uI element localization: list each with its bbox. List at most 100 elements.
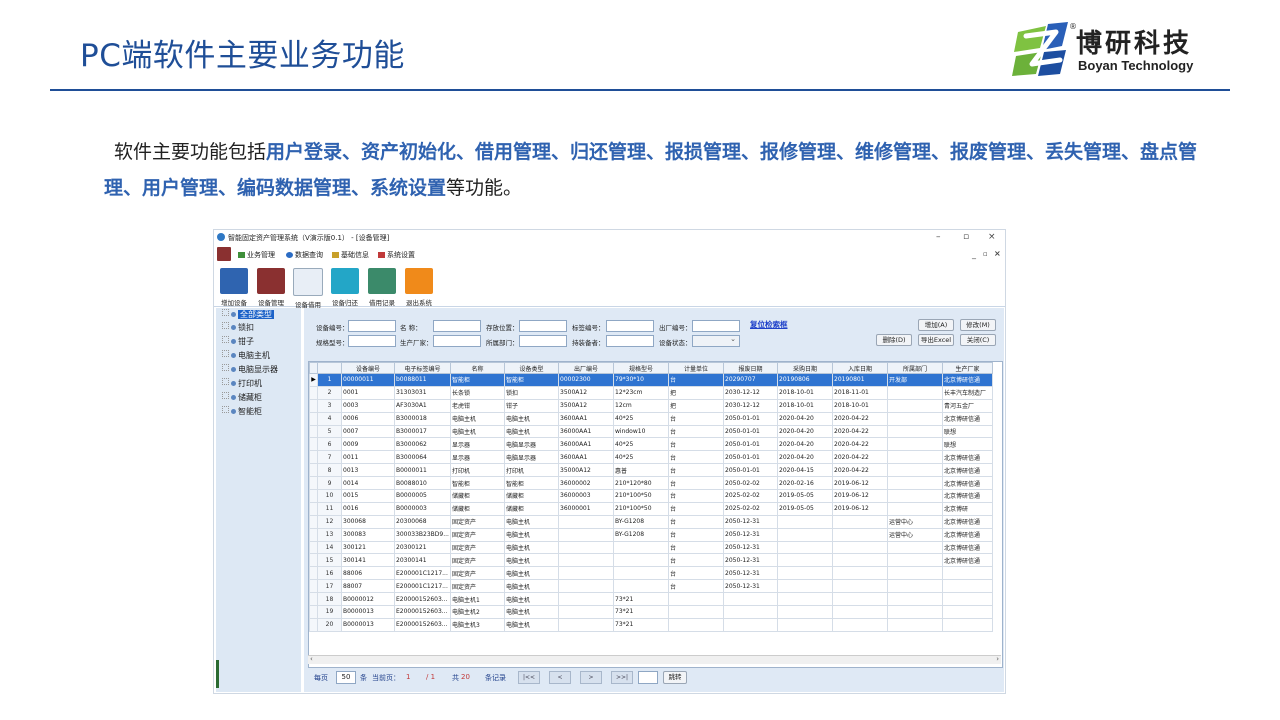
- tree-item-printer[interactable]: 打印机: [222, 378, 262, 389]
- factory-no-input[interactable]: [692, 320, 740, 332]
- scroll-right-icon[interactable]: ›: [996, 655, 999, 663]
- jump-button[interactable]: 跳转: [663, 671, 687, 684]
- table-row[interactable]: 13 300083 300033B23BD9... 固定资产 电脑主机 BY-G1208 台…: [309, 527, 993, 542]
- department-input[interactable]: [519, 335, 567, 347]
- column-header[interactable]: [309, 362, 318, 374]
- horizontal-scrollbar[interactable]: ‹ ›: [308, 655, 1001, 664]
- table-row[interactable]: 20 B0000013 E20000152603... 电脑主机3 电脑主机 73*21: [309, 617, 993, 632]
- reset-search-link[interactable]: 复位检索框: [750, 319, 788, 330]
- table-row[interactable]: 19 B0000013 E20000152603... 电脑主机2 电脑主机 73*21: [309, 605, 993, 619]
- table-cell: B3000064: [394, 450, 451, 465]
- name-input[interactable]: [433, 320, 481, 332]
- column-header[interactable]: 名称: [450, 362, 505, 374]
- column-header[interactable]: 电子标签编号: [394, 362, 451, 374]
- table-cell: 电脑主机: [504, 592, 559, 607]
- table-cell: 2020-04-22: [832, 424, 888, 439]
- tree-item-lock[interactable]: 锁扣: [222, 322, 254, 333]
- column-header[interactable]: 所属部门: [887, 362, 943, 374]
- table-row[interactable]: 14 300121 20300121 固定资产 电脑主机 台 2050-12-31 北京博研信…: [309, 540, 993, 555]
- add-button[interactable]: 增加(A): [918, 319, 954, 331]
- column-header[interactable]: 设备编号: [341, 362, 395, 374]
- column-header[interactable]: 出厂编号: [558, 362, 614, 374]
- borrow-record-button[interactable]: 借用记录: [364, 268, 400, 307]
- menu-query[interactable]: 数据查询: [286, 250, 323, 260]
- column-header[interactable]: 生产厂家: [942, 362, 993, 374]
- exit-system-button[interactable]: 退出系统: [401, 268, 437, 307]
- device-return-button[interactable]: 设备归还: [327, 268, 363, 307]
- device-manage-button[interactable]: 设备管理: [253, 268, 289, 307]
- next-page-button[interactable]: >: [580, 671, 602, 684]
- per-page-input[interactable]: 50: [336, 671, 356, 684]
- location-input[interactable]: [519, 320, 567, 332]
- minimize-button[interactable]: –: [936, 232, 941, 242]
- table-row[interactable]: 10 0015 B0000005 储藏柜 储藏柜 36000003 210*100*50 台 2…: [309, 489, 993, 503]
- table-row[interactable]: 12 300068 20300068 固定资产 电脑主机 BY-G1208 台 2050-12…: [309, 514, 993, 529]
- holder-input[interactable]: [606, 335, 654, 347]
- row-marker: [309, 463, 318, 478]
- table-row[interactable]: 3 0003 AF3030A1 老虎钳 钳子 3500A12 12cm 把 2030-12-12…: [309, 398, 993, 413]
- last-page-button[interactable]: >>|: [611, 671, 633, 684]
- mdi-close-button[interactable]: ×: [994, 249, 1001, 258]
- status-select[interactable]: ⌄: [692, 335, 740, 347]
- table-row[interactable]: ▶ 1 00000011 b0088011 智能柜 智能柜 00002300 79*30*10…: [309, 373, 993, 387]
- mdi-minimize-button[interactable]: _: [972, 250, 976, 259]
- table-row[interactable]: 15 300141 20300141 固定资产 电脑主机 台 2050-12-31 北京博研信…: [309, 553, 993, 568]
- add-device-button[interactable]: 增加设备: [216, 268, 252, 307]
- table-cell: 固定资产: [450, 579, 505, 594]
- tree-splitter[interactable]: [216, 660, 219, 688]
- table-row[interactable]: 2 0001 31303031 长条锁 锁扣 3500A12 12*23cm 把 2030-12…: [309, 385, 993, 400]
- table-cell: 2019-05-05: [777, 489, 833, 503]
- tree-item-pc-host[interactable]: 电脑主机: [222, 350, 270, 361]
- intro-paragraph: 软件主要功能包括用户登录、资产初始化、借用管理、归还管理、报损管理、报修管理、维…: [104, 134, 1214, 206]
- tree-item-storage-cabinet[interactable]: 储藏柜: [222, 392, 262, 403]
- table-cell: [887, 385, 943, 400]
- column-header[interactable]: [317, 362, 342, 374]
- table-row[interactable]: 18 B0000012 E20000152603... 电脑主机1 电脑主机 73*21: [309, 592, 993, 607]
- table-cell: 2050-01-01: [723, 463, 778, 478]
- close-window-button[interactable]: ×: [988, 232, 996, 242]
- menu-business[interactable]: 业务管理: [238, 250, 275, 260]
- manufacturer-input[interactable]: [433, 335, 481, 347]
- column-header[interactable]: 报废日期: [723, 362, 778, 374]
- tree-item-monitor[interactable]: 电脑显示器: [222, 364, 278, 375]
- menu-basic-info[interactable]: 基础信息: [332, 250, 369, 260]
- device-borrow-button[interactable]: 设备借用: [290, 268, 326, 309]
- tree-item-smart-cabinet[interactable]: 智能柜: [222, 406, 262, 417]
- export-excel-button[interactable]: 导出Excel: [918, 334, 954, 346]
- prev-page-button[interactable]: <: [549, 671, 571, 684]
- column-header[interactable]: 设备类型: [504, 362, 559, 374]
- column-header[interactable]: 入库日期: [832, 362, 888, 374]
- restore-button[interactable]: ▫: [963, 232, 969, 242]
- table-row[interactable]: 11 0016 B0000003 储藏柜 储藏柜 36000001 210*100*50 台 2…: [309, 501, 993, 516]
- company-logo: ® 博研科技 Boyan Technology: [1012, 22, 1212, 80]
- table-row[interactable]: 5 0007 B3000017 电脑主机 电脑主机 36000AA1 window10 台 20…: [309, 424, 993, 439]
- mdi-restore-button[interactable]: ▫: [983, 250, 988, 258]
- delete-button[interactable]: 删除(D): [876, 334, 912, 346]
- column-header[interactable]: 规格型号: [613, 362, 669, 374]
- table-row[interactable]: 9 0014 B0088010 智能柜 智能柜 36000002 210*120*80 台 20…: [309, 476, 993, 491]
- device-no-input[interactable]: [348, 320, 396, 332]
- table-cell: 电脑主机2: [450, 605, 505, 619]
- edit-button[interactable]: 修改(M): [960, 319, 996, 331]
- table-row[interactable]: 7 0011 B3000064 显示器 电脑显示器 3600AA1 40*25 台 2050-0…: [309, 450, 993, 465]
- table-row[interactable]: 8 0013 B0000011 打印机 打印机 35000A12 惠普台 2050-01-01…: [309, 463, 993, 478]
- table-row[interactable]: 16 88006 E200001C1217... 固定资产 电脑主机 台 2050-12-3…: [309, 566, 993, 581]
- first-page-button[interactable]: |<<: [518, 671, 540, 684]
- tree-item-pliers[interactable]: 钳子: [222, 336, 254, 347]
- tag-no-input[interactable]: [606, 320, 654, 332]
- table-cell: 2050-02-02: [723, 476, 778, 491]
- column-header[interactable]: 计量单位: [668, 362, 724, 374]
- scroll-left-icon[interactable]: ‹: [310, 655, 313, 663]
- tree-item-all[interactable]: 全部类型: [222, 309, 274, 320]
- table-cell: 电脑主机: [450, 411, 505, 426]
- table-row[interactable]: 17 88007 E200001C1217... 固定资产 电脑主机 台 2050-12-3…: [309, 579, 993, 594]
- table-row[interactable]: 4 0006 B3000018 电脑主机 电脑主机 3600AA1 40*25 台 2050-0…: [309, 411, 993, 426]
- table-cell: [832, 566, 888, 581]
- menu-settings[interactable]: 系统设置: [378, 250, 415, 260]
- column-header[interactable]: 采购日期: [777, 362, 833, 374]
- model-input[interactable]: [348, 335, 396, 347]
- jump-page-input[interactable]: [638, 671, 658, 684]
- table-row[interactable]: 6 0009 B3000062 显示器 电脑显示器 36000AA1 40*25 台 2050-…: [309, 437, 993, 452]
- close-button[interactable]: 关闭(C): [960, 334, 996, 346]
- table-cell: [887, 398, 943, 413]
